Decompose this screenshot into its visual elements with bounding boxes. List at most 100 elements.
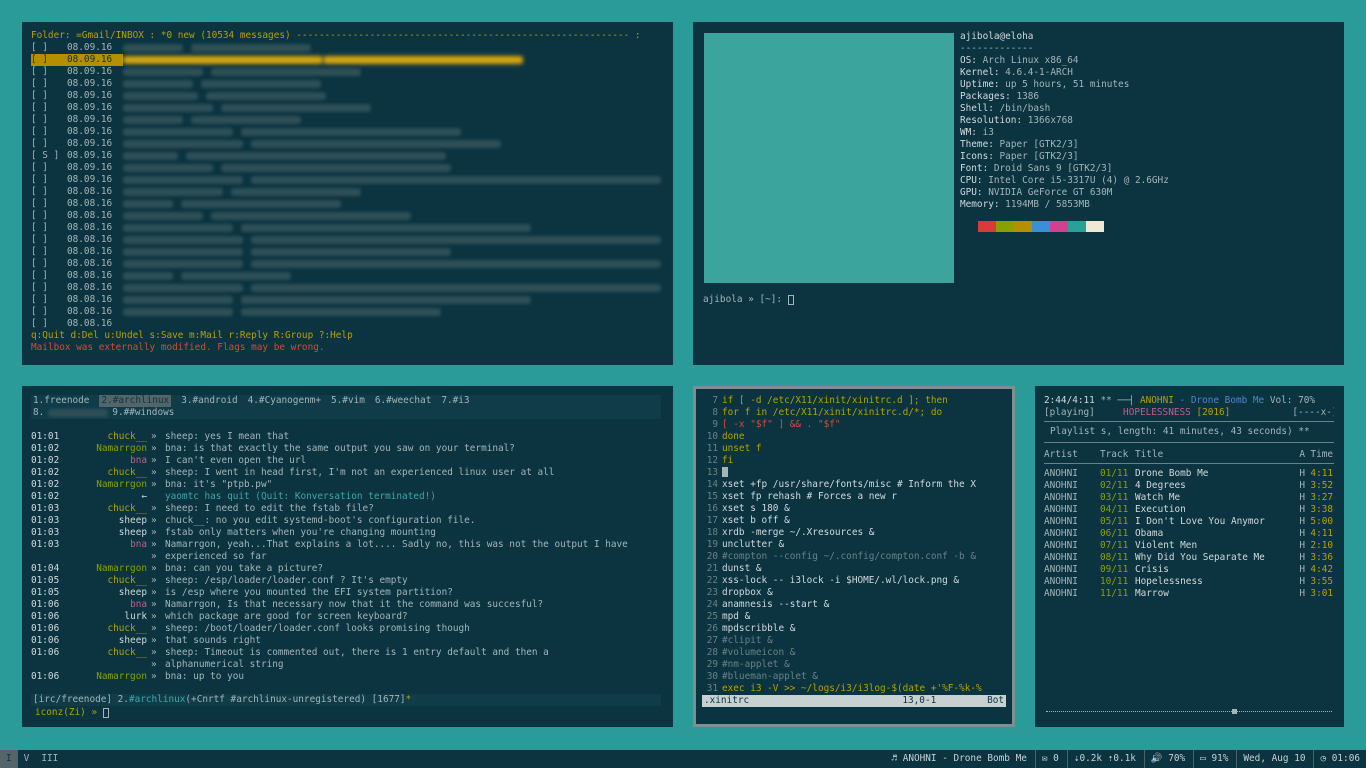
mail-row[interactable]: [ ] 08.08.16	[31, 318, 664, 330]
progress-handle[interactable]	[1231, 709, 1237, 714]
mail-row[interactable]: [ ] 08.09.16	[31, 102, 664, 114]
mail-row[interactable]: [ ] 08.09.16	[31, 42, 664, 54]
player-mode: [----x-]	[1292, 407, 1334, 418]
mail-row[interactable]: [ ] 08.08.16	[31, 294, 664, 306]
irc-tab[interactable]: 1.freenode	[33, 395, 89, 407]
code-buffer[interactable]: 7 if [ -d /etc/X11/xinit/xinitrc.d ]; the…	[702, 395, 1002, 695]
track-number: 02/11	[1100, 480, 1129, 491]
mail-row[interactable]: [ ] 08.09.16	[31, 78, 664, 90]
chat-nick: sheep	[118, 515, 147, 526]
weechat-window[interactable]: 1.freenode 2.#archlinux 3.#android 4.#Cyano…	[22, 386, 673, 727]
progress-bar[interactable]	[1046, 709, 1332, 714]
irc-tab[interactable]: 5.#vim	[331, 395, 365, 407]
vim-window[interactable]: 7 if [ -d /etc/X11/xinit/xinitrc.d ]; the…	[693, 386, 1015, 727]
line-number: 22	[706, 575, 718, 586]
track-time: 3:27	[1310, 492, 1333, 503]
track-row[interactable]: ANOHNI 11/11 Marrow H 3:01	[1044, 588, 1334, 600]
workspace-button[interactable]: III	[35, 750, 64, 768]
line-number: 12	[706, 455, 718, 466]
irc-input[interactable]: iconz(Zi) »	[35, 707, 109, 719]
mail-row[interactable]: [ ] 08.08.16	[31, 258, 664, 270]
mail-row[interactable]: [ ] 08.08.16	[31, 234, 664, 246]
track-artist: ANOHNI	[1044, 564, 1078, 575]
mail-row[interactable]: [ ] 08.09.16	[31, 126, 664, 138]
track-row[interactable]: ANOHNI 01/11 Drone Bomb Me H 4:11	[1044, 468, 1334, 480]
irc-tab[interactable]: 2.#archlinux	[99, 395, 172, 407]
track-row[interactable]: ANOHNI 07/11 Violent Men H 2:10	[1044, 540, 1334, 552]
scroll-position: Bot	[987, 695, 1004, 706]
chat-line: 01:06 Namarrgon » bna: up to you	[31, 671, 667, 683]
code-line: 12 fi	[702, 455, 1002, 467]
track-row[interactable]: ANOHNI 06/11 Obama H 4:11	[1044, 528, 1334, 540]
track-row[interactable]: ANOHNI 02/11 4 Degrees H 3:52	[1044, 480, 1334, 492]
buffer-tabs[interactable]: 1.freenode 2.#archlinux 3.#android 4.#Cyano…	[31, 395, 661, 419]
mail-row[interactable]: [ S ] 08.09.16	[31, 150, 664, 162]
mail-row[interactable]: [ ] 08.08.16	[31, 186, 664, 198]
irc-tab[interactable]: 8.	[33, 407, 44, 419]
mail-row[interactable]: [ ] 08.08.16	[31, 282, 664, 294]
irc-status-bar: [irc/freenode] 2.#archlinux(+Cnrtf #arch…	[31, 694, 661, 706]
chat-sep: »	[151, 623, 157, 634]
message-list[interactable]: [ ] 08.09.16[ ] 08.09.16[ ] 08.09.16[ ] 08.0…	[31, 42, 664, 330]
mail-row[interactable]: [ ] 08.09.16	[31, 114, 664, 126]
mail-flag: [ ]	[31, 174, 48, 185]
irc-tab[interactable]: 6.#weechat	[375, 395, 431, 407]
album-name: HOPELESSNESS	[1123, 407, 1191, 418]
track-title: Execution	[1135, 504, 1186, 515]
clock: ◷ 01:06	[1313, 750, 1360, 768]
mail-row[interactable]: [ ] 08.08.16	[31, 198, 664, 210]
mail-row[interactable]: [ ] 08.09.16	[31, 138, 664, 150]
mail-row[interactable]: [ ] 08.08.16	[31, 270, 664, 282]
track-row[interactable]: ANOHNI 04/11 Execution H 3:38	[1044, 504, 1334, 516]
track-title: I Don't Love You Anymor	[1135, 516, 1265, 527]
code-line: 7 if [ -d /etc/X11/xinit/xinitrc.d ]; the…	[702, 395, 1002, 407]
color-swatch	[1086, 221, 1104, 232]
sysinfo-line: Memory: 1194MB / 5853MB	[960, 199, 1169, 211]
neofetch-window[interactable]: ajibola@eloha ------------- OS: Arch Lin…	[693, 22, 1344, 365]
chat-time: 01:01	[31, 431, 60, 442]
ncmpcpp-window[interactable]: 2:44/4:11 ** ──┤ ANOHNI - Drone Bomb Me …	[1035, 386, 1344, 727]
mail-help-bar: q:Quit d:Del u:Undel s:Save m:Mail r:Rep…	[31, 330, 353, 341]
mail-flag: [ ]	[31, 90, 48, 101]
mail-row[interactable]: [ ] 08.09.16	[31, 90, 664, 102]
mutt-window[interactable]: Folder: =Gmail/INBOX : *0 new (10534 mes…	[22, 22, 673, 365]
playlist-info: Playlist s, length: 41 minutes, 43 secon…	[1050, 426, 1310, 437]
workspace-button[interactable]: V	[18, 750, 36, 768]
mail-date: 08.08.16	[67, 282, 113, 293]
track-row[interactable]: ANOHNI 10/11 Hopelessness H 3:55	[1044, 576, 1334, 588]
track-album-flag: H	[1299, 468, 1305, 479]
workspace-button[interactable]: I	[0, 750, 18, 768]
mail-date: 08.09.16	[67, 138, 113, 149]
column-header: Time	[1310, 449, 1333, 460]
mail-row[interactable]: [ ] 08.09.16	[31, 174, 664, 186]
mail-row[interactable]: [ ] 08.08.16	[31, 222, 664, 234]
column-header: Title	[1135, 449, 1164, 460]
irc-tab[interactable]: 7.#i3	[441, 395, 469, 407]
code-text: xset +fp /usr/share/fonts/misc # Inform …	[722, 479, 976, 490]
mail-row[interactable]: [ ] 08.08.16	[31, 246, 664, 258]
playlist[interactable]: ANOHNI 01/11 Drone Bomb Me H 4:11 ANOHNI 02/11…	[1044, 468, 1334, 600]
track-row[interactable]: ANOHNI 05/11 I Don't Love You Anymor H 5:00	[1044, 516, 1334, 528]
mail-row[interactable]: [ ] 08.09.16	[31, 162, 664, 174]
sysinfo-line: CPU: Intel Core i5-3317U (4) @ 2.6GHz	[960, 175, 1169, 187]
irc-tab[interactable]: 3.#android	[181, 395, 237, 407]
mail-row[interactable]: [ ] 08.08.16	[31, 210, 664, 222]
shell-prompt[interactable]: ajibola » [~]:	[703, 294, 794, 306]
line-number: 31	[706, 683, 718, 694]
track-row[interactable]: ANOHNI 09/11 Crisis H 4:42	[1044, 564, 1334, 576]
track-row[interactable]: ANOHNI 03/11 Watch Me H 3:27	[1044, 492, 1334, 504]
track-row[interactable]: ANOHNI 08/11 Why Did You Separate Me H 3:36	[1044, 552, 1334, 564]
vim-statusline: .xinitrc 13,0-1 Bot	[702, 695, 1006, 707]
mail-subject-redacted	[241, 224, 531, 232]
irc-tab[interactable]: 4.#Cyanogenm+	[248, 395, 321, 407]
mail-row[interactable]: [ ] 08.08.16	[31, 306, 664, 318]
line-number: 28	[706, 647, 718, 658]
mail-sender-redacted	[123, 284, 243, 292]
workspace-buttons[interactable]: I V III	[0, 750, 64, 768]
irc-tab[interactable]: 9.##windows	[112, 407, 174, 419]
track-time: 4:11	[1310, 528, 1333, 539]
mail-row[interactable]: [ ] 08.09.16	[31, 66, 664, 78]
mail-row[interactable]: [ ] 08.09.16	[31, 54, 664, 66]
mail-subject-redacted	[251, 140, 501, 148]
sysinfo-line: Resolution: 1366x768	[960, 115, 1169, 127]
